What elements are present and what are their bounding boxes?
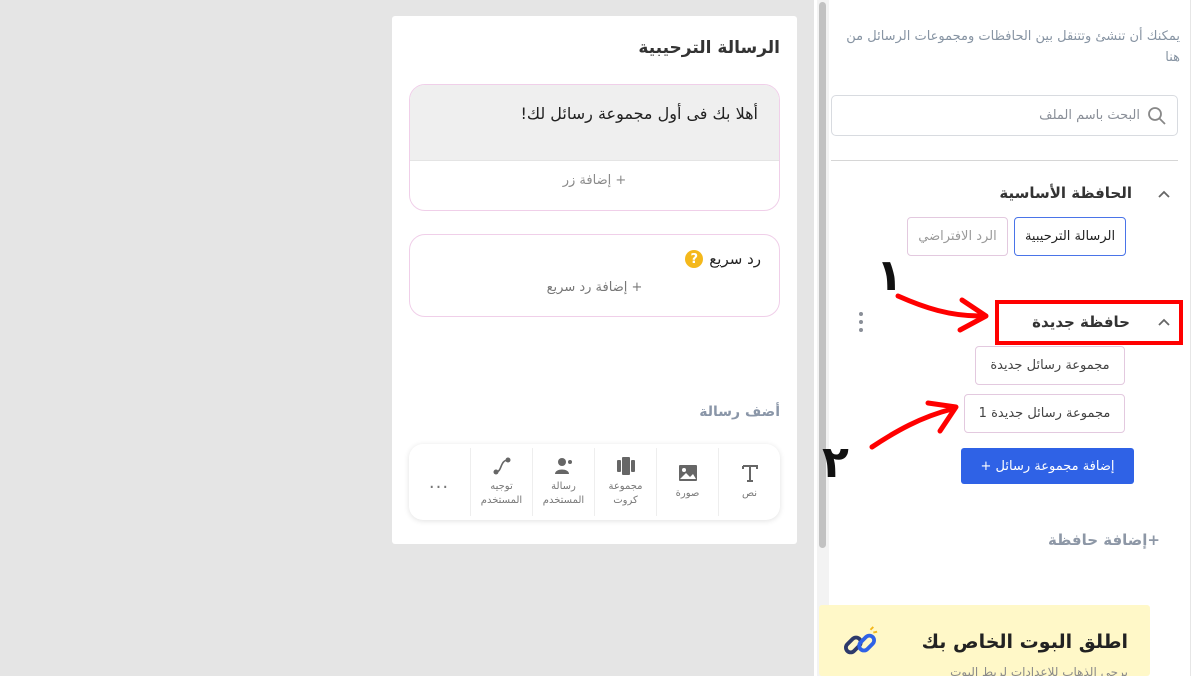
message-type-toolbar: نص صورة مجموعة كروت رسالة المستخدم توجيه… — [409, 444, 780, 520]
card-title: الرسالة الترحيبية — [638, 38, 780, 58]
tool-user-message-label: رسالة المستخدم — [542, 481, 585, 506]
launch-subtitle: برجى الذهاب للإعدادات لربط البوت — [950, 665, 1128, 676]
add-folder-link[interactable]: +إضافة حافظة — [1020, 531, 1160, 553]
text-icon — [741, 465, 758, 482]
tool-cards-label: مجموعة كروت — [608, 481, 643, 506]
quick-reply-header: رد سريع ? — [685, 250, 761, 268]
chevron-up-icon[interactable] — [1157, 189, 1171, 199]
chevron-up-icon[interactable] — [1157, 317, 1171, 327]
tool-route-user[interactable]: توجيه المستخدم — [470, 448, 532, 516]
annotation-number-2: ٢ — [822, 437, 849, 488]
welcome-message-card: الرسالة الترحيبية أهلا بك فى أول مجموعة … — [392, 16, 797, 544]
search-icon — [1148, 107, 1166, 125]
launch-title: اطلق البوت الخاص بك — [921, 631, 1128, 653]
tool-text-label: نص — [741, 488, 758, 499]
sidebar-hint: يمكنك أن تنشئ وتتنقل بين الحافظات ومجموع… — [846, 29, 1180, 65]
search-input[interactable] — [832, 96, 1144, 135]
add-message-group-button[interactable]: إضافة مجموعة رسائل + — [961, 448, 1134, 484]
chip-new-message-group[interactable]: مجموعة رسائل جديدة — [975, 346, 1125, 385]
chip-new-message-group-1[interactable]: مجموعة رسائل جديدة 1 — [964, 394, 1125, 433]
add-quick-reply-link[interactable]: + إضافة رد سريع — [410, 280, 779, 295]
cards-icon — [616, 457, 635, 475]
tool-image[interactable]: صورة — [656, 448, 718, 516]
tool-route-user-label: توجيه المستخدم — [480, 481, 523, 506]
tool-image-label: صورة — [675, 488, 700, 499]
chip-default-reply[interactable]: الرد الافتراضي — [907, 217, 1008, 256]
sidebar-divider — [831, 160, 1178, 161]
quick-reply-block: رد سريع ? + إضافة رد سريع — [409, 234, 780, 317]
help-icon[interactable]: ? — [685, 250, 704, 268]
user-message-icon — [554, 458, 572, 474]
message-text[interactable]: أهلا بك فى أول مجموعة رسائل لك! — [410, 85, 779, 161]
message-block: أهلا بك فى أول مجموعة رسائل لك! + إضافة … — [409, 84, 780, 211]
search-box — [831, 95, 1178, 136]
tool-cards[interactable]: مجموعة كروت — [594, 448, 656, 516]
link-icon — [844, 626, 878, 655]
kebab-menu-icon[interactable] — [858, 312, 864, 336]
tool-user-message[interactable]: رسالة المستخدم — [532, 448, 594, 516]
folder-title-main[interactable]: الحافظة الأساسية — [999, 184, 1132, 202]
tool-text[interactable]: نص — [718, 448, 780, 516]
route-icon — [493, 457, 510, 475]
sidebar-edge — [1190, 0, 1196, 676]
chip-welcome-message[interactable]: الرسالة الترحيبية — [1014, 217, 1126, 256]
folder-title-new[interactable]: حافظة جديدة — [1032, 313, 1130, 331]
more-tools-button[interactable]: ... — [417, 448, 461, 516]
quick-reply-title: رد سريع — [709, 250, 761, 268]
add-message-label: أضف رسالة — [699, 404, 780, 420]
image-icon — [678, 465, 697, 481]
add-button-link[interactable]: + إضافة زر — [410, 173, 779, 188]
launch-bot-card: اطلق البوت الخاص بك برجى الذهاب للإعدادا… — [819, 605, 1150, 676]
annotation-arrow-1 — [895, 293, 989, 333]
annotation-arrow-2 — [869, 400, 959, 450]
